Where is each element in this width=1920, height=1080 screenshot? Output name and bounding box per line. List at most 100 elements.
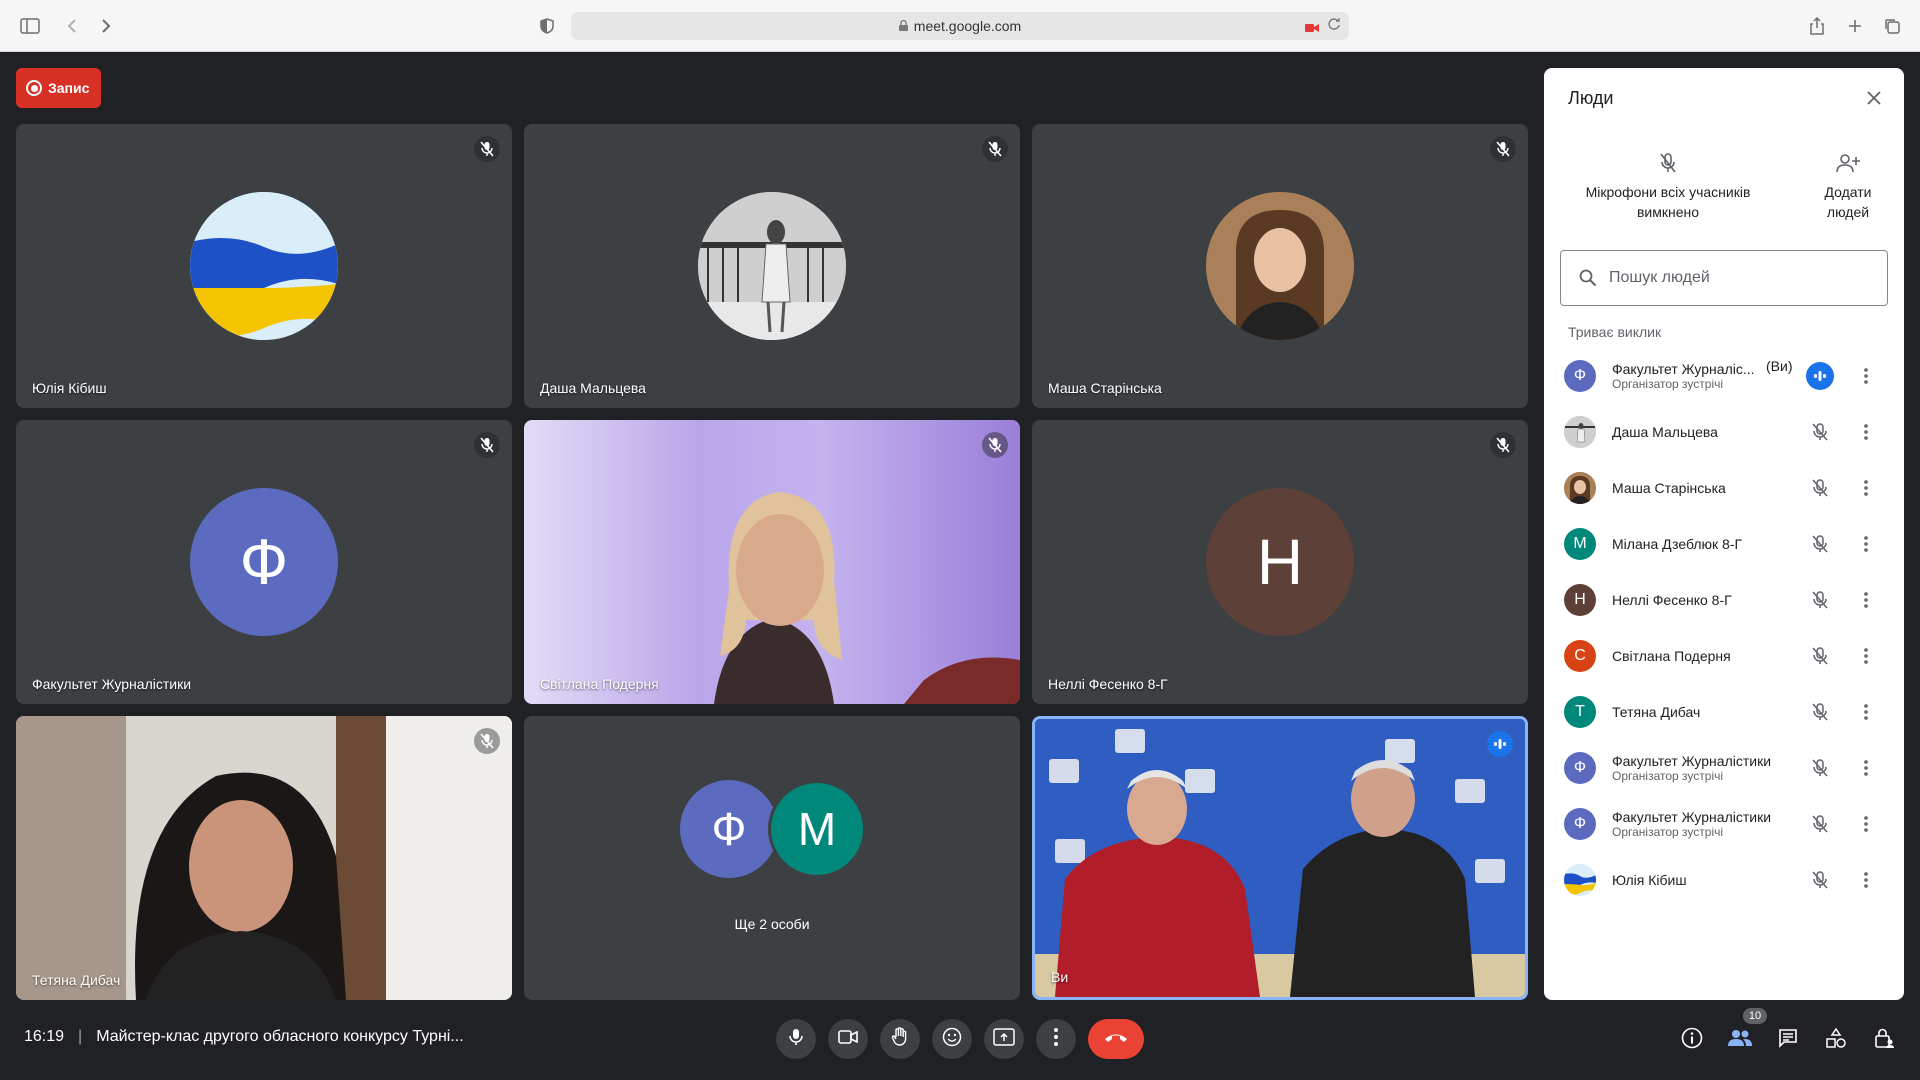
mic-off-icon[interactable]: [1806, 754, 1834, 782]
mic-off-icon[interactable]: [1806, 642, 1834, 670]
close-panel-button[interactable]: [1862, 86, 1886, 110]
participant-role: Організатор зустрічі: [1612, 377, 1724, 391]
reload-icon[interactable]: [1327, 17, 1341, 34]
mic-off-icon: [1490, 432, 1516, 458]
more-icon: [1054, 1027, 1058, 1051]
share-icon[interactable]: [1803, 12, 1831, 40]
camera-icon: [838, 1029, 858, 1049]
more-vert-icon[interactable]: [1854, 698, 1878, 726]
mic-off-icon[interactable]: [1806, 418, 1834, 446]
people-button[interactable]: [1726, 1026, 1754, 1054]
participant-row[interactable]: М Мілана Дзеблюк 8-Г: [1544, 516, 1904, 572]
more-vert-icon[interactable]: [1854, 474, 1878, 502]
recording-indicator[interactable]: Запис: [16, 68, 101, 108]
more-vert-icon[interactable]: [1854, 362, 1878, 390]
more-vert-icon[interactable]: [1854, 642, 1878, 670]
avatar: Ф: [1564, 360, 1596, 392]
mic-off-icon: [982, 432, 1008, 458]
avatar: Т: [1564, 696, 1596, 728]
participant-tile[interactable]: Юлія Кібиш: [16, 124, 512, 408]
mic-off-icon[interactable]: [1806, 810, 1834, 838]
mute-all-button[interactable]: Мікрофони всіх учасників вимкнено: [1568, 148, 1768, 222]
tabs-overview-icon[interactable]: [1878, 12, 1906, 40]
participant-row[interactable]: Ф Факультет Журналіс... Організатор зуст…: [1544, 348, 1904, 404]
more-vert-icon[interactable]: [1854, 810, 1878, 838]
avatar-image: [698, 192, 846, 340]
avatar-letter: Ф: [680, 780, 778, 878]
browser-toolbar: meet.google.com: [0, 0, 1920, 52]
mic-off-icon[interactable]: [1806, 530, 1834, 558]
mic-off-icon[interactable]: [1806, 698, 1834, 726]
participant-name: Світлана Подерня: [1612, 648, 1731, 664]
mute-all-label: Мікрофони всіх учасників вимкнено: [1585, 184, 1751, 220]
participant-row[interactable]: Даша Мальцева: [1544, 404, 1904, 460]
participant-name: Неллі Фесенко 8-Г: [1612, 592, 1732, 608]
present-button[interactable]: [984, 1019, 1024, 1059]
more-vert-icon[interactable]: [1854, 586, 1878, 614]
participant-tile[interactable]: Н Неллі Фесенко 8-Г: [1032, 420, 1528, 704]
participant-video[interactable]: Тетяна Дибач: [16, 716, 512, 1000]
leave-call-button[interactable]: [1088, 1019, 1144, 1059]
mic-off-icon[interactable]: [1806, 474, 1834, 502]
meeting-time: 16:19: [24, 1028, 65, 1045]
more-vert-icon[interactable]: [1854, 754, 1878, 782]
people-search-field[interactable]: [1560, 250, 1888, 306]
mic-off-icon: [1568, 148, 1768, 178]
chat-button[interactable]: [1774, 1026, 1802, 1054]
raise-hand-button[interactable]: [880, 1019, 920, 1059]
participant-name: Даша Мальцева: [1612, 424, 1718, 440]
address-bar[interactable]: meet.google.com: [571, 12, 1349, 40]
chat-icon: [1778, 1028, 1798, 1053]
participant-tile[interactable]: Ф Факультет Журналістики: [16, 420, 512, 704]
privacy-shield-icon[interactable]: [533, 12, 561, 40]
camera-button[interactable]: [828, 1019, 868, 1059]
mic-icon: [789, 1028, 803, 1051]
new-tab-icon[interactable]: [1841, 12, 1869, 40]
video-frame: [714, 492, 1020, 704]
forward-icon[interactable]: [92, 12, 120, 40]
participant-row[interactable]: Ф Факультет Журналістики Організатор зус…: [1544, 796, 1904, 852]
more-vert-icon[interactable]: [1854, 866, 1878, 894]
participant-row[interactable]: Юлія Кібиш: [1544, 852, 1904, 908]
raise-hand-icon: [891, 1026, 909, 1052]
participant-row[interactable]: С Світлана Подерня: [1544, 628, 1904, 684]
participants-count-badge: 10: [1743, 1008, 1767, 1024]
present-icon: [993, 1027, 1015, 1051]
participant-tile[interactable]: Даша Мальцева: [524, 124, 1020, 408]
mic-off-icon[interactable]: [1806, 586, 1834, 614]
more-participants-tile[interactable]: Ф М Ще 2 особи: [524, 716, 1020, 1000]
participant-video[interactable]: Ви: [1032, 716, 1528, 1000]
participant-video[interactable]: Світлана Подерня: [524, 420, 1020, 704]
more-vert-icon[interactable]: [1854, 418, 1878, 446]
participant-row[interactable]: Маша Старінська: [1544, 460, 1904, 516]
video-frame: [16, 716, 512, 1000]
avatar: [1564, 864, 1596, 896]
search-input[interactable]: [1609, 269, 1869, 287]
mic-off-icon: [474, 728, 500, 754]
you-label: (Ви): [1766, 358, 1793, 374]
participant-row[interactable]: Н Неллі Фесенко 8-Г: [1544, 572, 1904, 628]
meeting-details-button[interactable]: [1678, 1026, 1706, 1054]
more-options-button[interactable]: [1036, 1019, 1076, 1059]
participant-row[interactable]: Т Тетяна Дибач: [1544, 684, 1904, 740]
participant-name: Маша Старінська: [1612, 480, 1726, 496]
activities-button[interactable]: [1822, 1026, 1850, 1054]
mic-button[interactable]: [776, 1019, 816, 1059]
camera-recording-icon[interactable]: [1305, 20, 1319, 36]
host-controls-button[interactable]: [1870, 1026, 1898, 1054]
add-people-button[interactable]: Додати людей: [1808, 148, 1888, 222]
avatar-image: [1206, 192, 1354, 340]
participant-name: Тетяна Дибач: [1612, 704, 1701, 720]
avatar: [1564, 416, 1596, 448]
info-icon: [1681, 1027, 1703, 1054]
avatar-letter: Н: [1206, 488, 1354, 636]
back-icon[interactable]: [58, 12, 86, 40]
participant-tile[interactable]: Маша Старінська: [1032, 124, 1528, 408]
participant-name: Маша Старінська: [1048, 380, 1162, 396]
mic-off-icon[interactable]: [1806, 866, 1834, 894]
more-vert-icon[interactable]: [1854, 530, 1878, 558]
emoji-button[interactable]: [932, 1019, 972, 1059]
sidebar-toggle-icon[interactable]: [16, 12, 44, 40]
participant-name: Юлія Кібиш: [32, 380, 107, 396]
participant-row[interactable]: Ф Факультет Журналістики Організатор зус…: [1544, 740, 1904, 796]
